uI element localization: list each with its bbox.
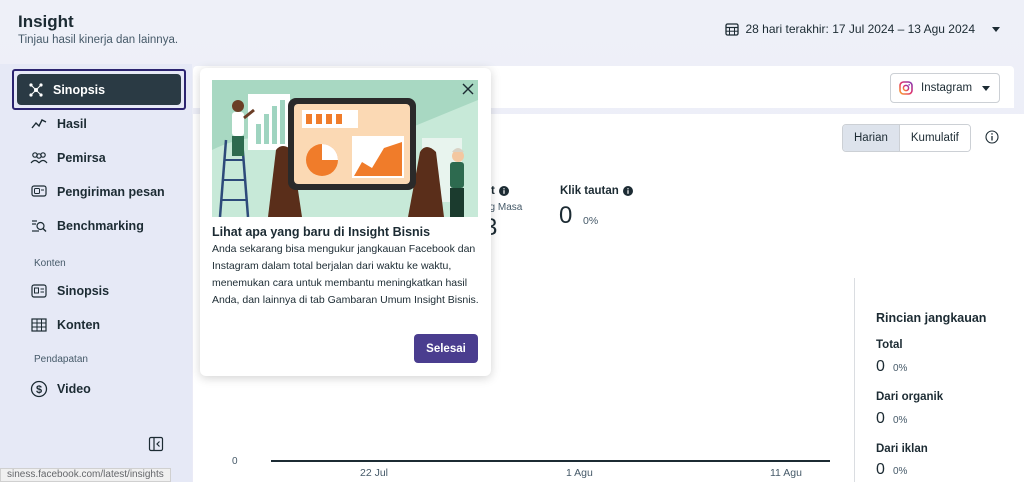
instagram-icon bbox=[899, 81, 913, 95]
message-icon bbox=[30, 183, 48, 201]
calendar-icon bbox=[724, 23, 739, 36]
collapse-sidebar-icon[interactable] bbox=[148, 436, 164, 452]
sidebar-item-label: Sinopsis bbox=[53, 82, 106, 97]
breakdown-value-iklan: 0 bbox=[876, 461, 885, 478]
breakdown-pct-iklan: 0% bbox=[893, 466, 908, 477]
platform-select[interactable]: Instagram bbox=[890, 73, 1000, 103]
trend-line-icon bbox=[30, 115, 48, 133]
info-filled-icon[interactable] bbox=[622, 186, 633, 196]
section-label-pendapatan: Pendapatan bbox=[34, 354, 88, 365]
close-icon[interactable] bbox=[461, 82, 475, 96]
dollar-circle-icon: $ bbox=[30, 380, 48, 398]
sidebar: Sinopsis Hasil Pemirsa Pengiriman pesan … bbox=[0, 64, 192, 482]
sidebar-item-pengiriman-pesan[interactable]: Pengiriman pesan bbox=[30, 181, 165, 203]
popup-title: Lihat apa yang baru di Insight Bisnis bbox=[212, 225, 431, 239]
table-grid-icon bbox=[30, 316, 48, 334]
sidebar-item-label: Pengiriman pesan bbox=[57, 185, 165, 199]
breakdown-value-total: 0 bbox=[876, 358, 885, 375]
breakdown-pct-total: 0% bbox=[893, 363, 908, 374]
sidebar-item-benchmarking[interactable]: Benchmarking bbox=[30, 215, 144, 237]
toggle-harian[interactable]: Harian bbox=[843, 125, 899, 151]
sidebar-item-video[interactable]: $ Video bbox=[30, 378, 91, 400]
done-button[interactable]: Selesai bbox=[414, 334, 478, 363]
chart-x-axis bbox=[271, 460, 830, 462]
chart-y-zero-label: 0 bbox=[232, 456, 238, 467]
status-bar-url: siness.facebook.com/latest/insights bbox=[0, 468, 171, 482]
insights-illustration bbox=[212, 80, 478, 217]
info-filled-icon[interactable] bbox=[498, 186, 509, 196]
divider bbox=[854, 278, 855, 482]
breakdown-value-organik: 0 bbox=[876, 410, 885, 427]
whats-new-popup: Lihat apa yang baru di Insight Bisnis An… bbox=[200, 68, 491, 376]
page-title: Insight bbox=[18, 12, 74, 31]
benchmark-search-icon bbox=[30, 217, 48, 235]
sidebar-item-pemirsa[interactable]: Pemirsa bbox=[30, 147, 106, 169]
breakdown-label-organik: Dari organik bbox=[876, 391, 944, 403]
date-range-picker[interactable]: 28 hari terakhir: 17 Jul 2024 – 13 Agu 2… bbox=[724, 22, 1003, 36]
metric-value-link-clicks: 0 bbox=[559, 202, 573, 229]
sidebar-item-label: Hasil bbox=[57, 117, 87, 131]
sidebar-item-label: Benchmarking bbox=[57, 219, 144, 233]
page-subtitle: Tinjau hasil kinerja dan lainnya. bbox=[18, 34, 179, 46]
svg-text:$: $ bbox=[36, 384, 42, 396]
sidebar-item-label: Video bbox=[57, 382, 91, 396]
chevron-down-icon bbox=[982, 86, 990, 91]
sidebar-item-sinopsis-focus: Sinopsis bbox=[12, 69, 186, 110]
sidebar-item-label: Konten bbox=[57, 318, 101, 332]
sidebar-item-konten[interactable]: Konten bbox=[30, 314, 100, 336]
overview-sparkle-icon bbox=[29, 82, 43, 97]
breakdown-label-total: Total bbox=[876, 339, 903, 351]
toggle-kumulatif[interactable]: Kumulatif bbox=[898, 125, 970, 151]
sidebar-item-label: Pemirsa bbox=[57, 151, 106, 165]
chart-x-tick: 11 Agu bbox=[770, 467, 802, 479]
sidebar-item-hasil[interactable]: Hasil bbox=[30, 113, 87, 135]
people-icon bbox=[30, 149, 48, 167]
chart-x-tick: 22 Jul bbox=[360, 467, 389, 479]
chevron-down-icon bbox=[992, 27, 1000, 32]
breakdown-title: Rincian jangkauan bbox=[876, 311, 987, 325]
content-overview-icon bbox=[30, 282, 48, 300]
date-range-label: 28 hari terakhir: 17 Jul 2024 – 13 Agu 2… bbox=[745, 22, 976, 36]
page-header: Insight Tinjau hasil kinerja dan lainnya… bbox=[0, 0, 1024, 64]
sidebar-item-label: Sinopsis bbox=[57, 284, 110, 298]
chart-x-tick: 1 Agu bbox=[566, 467, 593, 479]
platform-select-value: Instagram bbox=[921, 82, 973, 94]
metric-label-link-clicks: Klik tautan bbox=[560, 185, 633, 197]
popup-body: Anda sekarang bisa mengukur jangkauan Fa… bbox=[212, 243, 479, 306]
info-icon[interactable] bbox=[985, 130, 999, 144]
metric-pct-link-clicks: 0% bbox=[583, 215, 599, 227]
section-label-konten: Konten bbox=[34, 258, 66, 269]
sidebar-item-konten-sinopsis[interactable]: Sinopsis bbox=[30, 280, 109, 302]
sidebar-item-sinopsis[interactable]: Sinopsis bbox=[17, 74, 181, 105]
view-toggle: Harian Kumulatif bbox=[842, 124, 971, 152]
breakdown-label-iklan: Dari iklan bbox=[876, 443, 928, 455]
breakdown-pct-organik: 0% bbox=[893, 415, 908, 426]
